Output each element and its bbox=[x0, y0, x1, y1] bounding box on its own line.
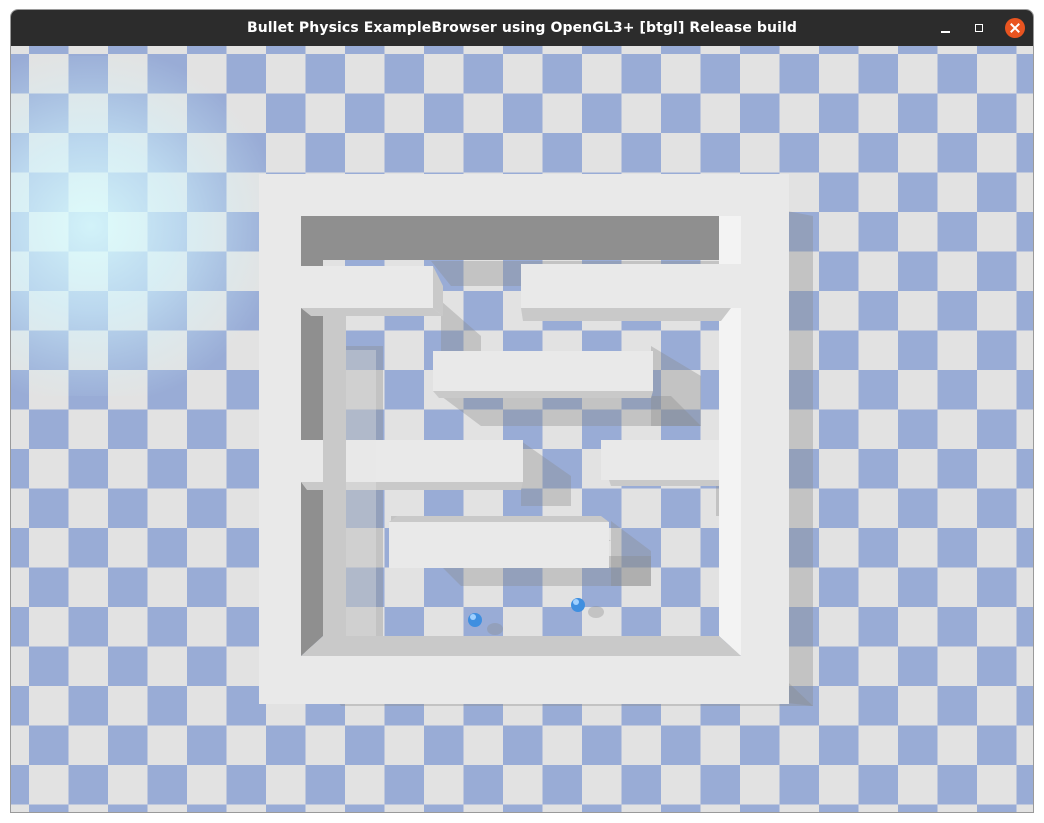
app-window: Bullet Physics ExampleBrowser using Open… bbox=[10, 9, 1034, 813]
window-title: Bullet Physics ExampleBrowser using Open… bbox=[246, 20, 798, 36]
maximize-button[interactable] bbox=[968, 17, 990, 39]
title-bar[interactable]: Bullet Physics ExampleBrowser using Open… bbox=[11, 10, 1033, 46]
close-button[interactable] bbox=[1005, 18, 1025, 38]
minimize-button[interactable] bbox=[934, 17, 956, 39]
outer-wall-bottom bbox=[259, 636, 789, 704]
inner-wall-7 bbox=[323, 316, 376, 636]
inner-wall-6 bbox=[389, 516, 609, 568]
minimize-icon bbox=[940, 31, 950, 33]
outer-wall-top bbox=[259, 174, 789, 260]
close-icon bbox=[1010, 23, 1020, 33]
maze-scene bbox=[259, 174, 813, 706]
inner-wall-2 bbox=[521, 264, 741, 321]
inner-wall-8 bbox=[719, 321, 741, 636]
outer-wall-left bbox=[259, 174, 323, 704]
inner-wall-1 bbox=[301, 266, 443, 316]
maximize-icon bbox=[975, 24, 983, 32]
inner-wall-3 bbox=[433, 351, 653, 398]
balls bbox=[468, 598, 604, 635]
3d-viewport[interactable] bbox=[11, 46, 1033, 812]
